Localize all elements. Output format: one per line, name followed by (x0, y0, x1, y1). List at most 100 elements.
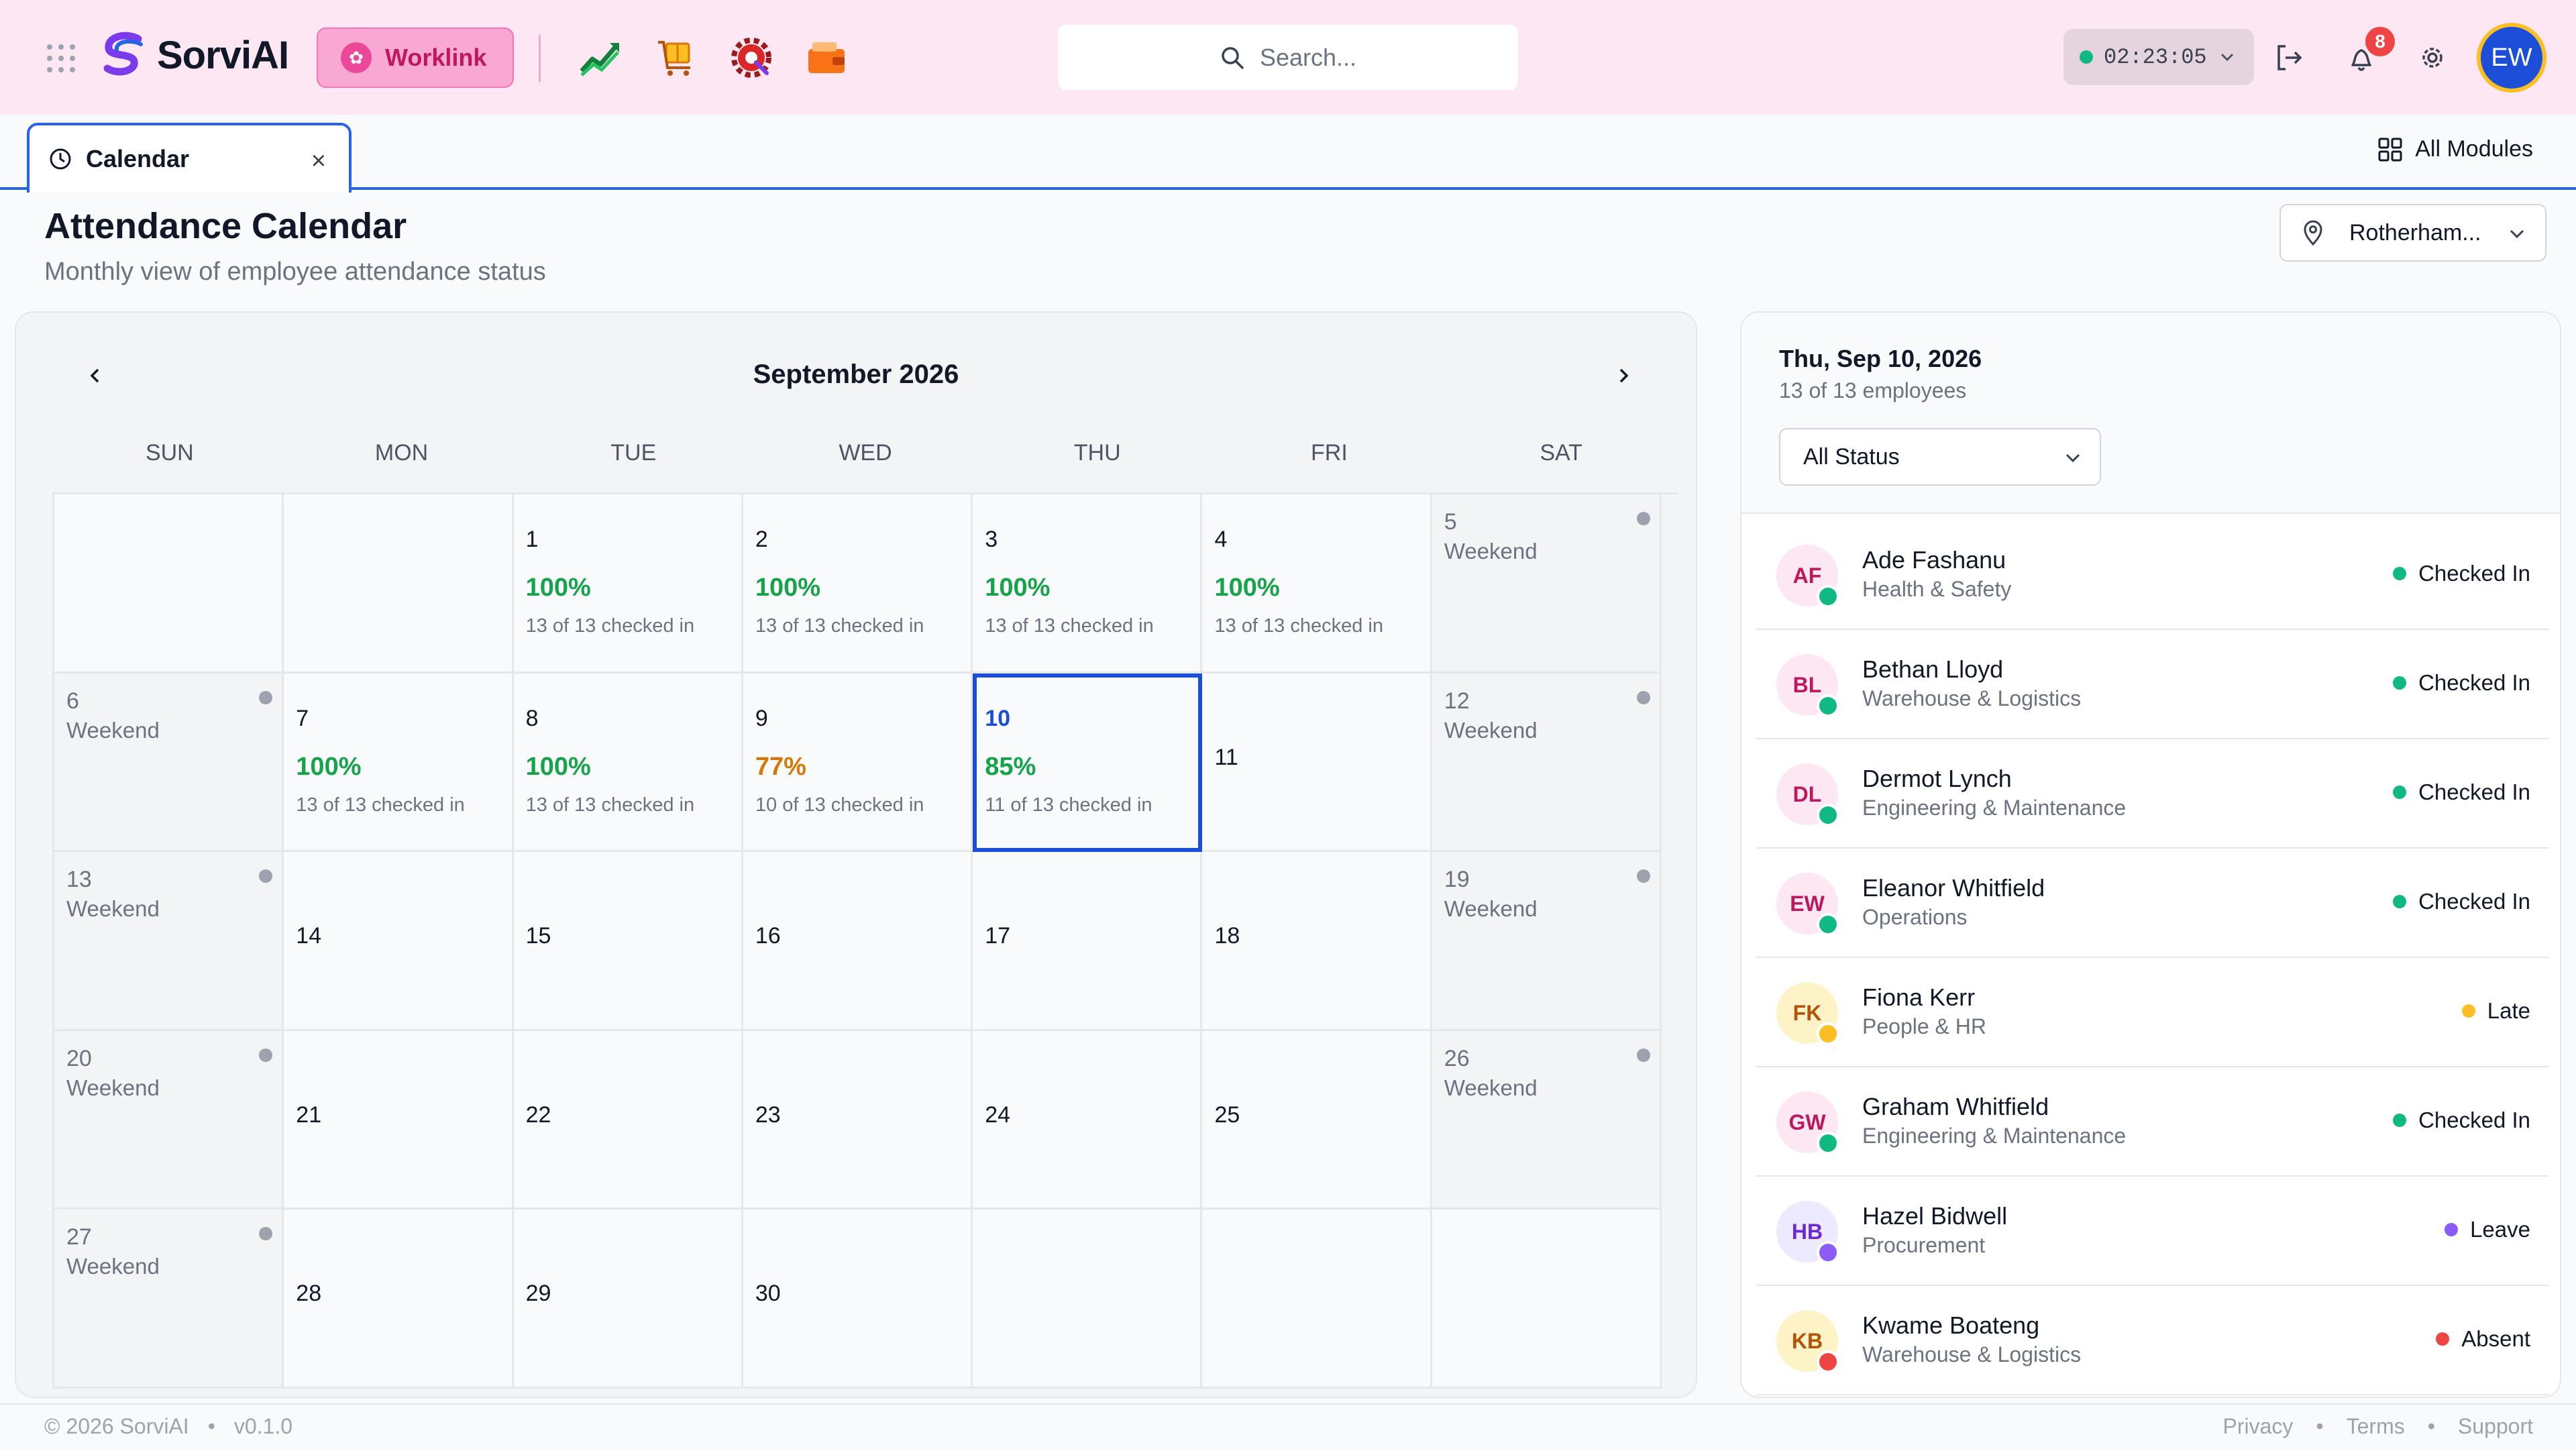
status-indicator-dot (2436, 1332, 2450, 1346)
day-number: 14 (296, 923, 322, 949)
day-number: 30 (755, 1281, 781, 1307)
employee-department: People & HR (1862, 1014, 1986, 1038)
privacy-link[interactable]: Privacy (2223, 1414, 2294, 1439)
day-number: 12 (1444, 688, 1470, 714)
employee-list: AF Ade Fashanu Health & Safety Checked In BL… (1756, 521, 2549, 1395)
calendar-day-cell[interactable]: 20 Weekend (54, 1030, 284, 1210)
calendar-day-cell[interactable]: 26 Weekend (1432, 1030, 1662, 1210)
clock-icon (50, 148, 71, 170)
package-cart-icon[interactable] (655, 36, 698, 79)
gear-wrench-icon[interactable] (730, 36, 773, 79)
calendar-day-cell[interactable]: 30 (743, 1210, 973, 1389)
status-badge: Checked In (2393, 561, 2530, 586)
calendar-day-cell[interactable]: 18 (1202, 852, 1432, 1031)
tab-calendar[interactable]: Calendar × (27, 123, 352, 193)
status-indicator-dot (2393, 1114, 2407, 1127)
checked-in-count: 11 of 13 checked in (985, 794, 1152, 816)
status-label: Absent (2461, 1326, 2530, 1351)
next-month-button[interactable] (1607, 360, 1640, 392)
logout-icon[interactable] (2270, 39, 2308, 76)
calendar-day-cell[interactable]: 6 Weekend (54, 673, 284, 853)
weekday-header-row: SUN MON TUE WED THU FRI SAT (54, 440, 1677, 466)
employee-name: Ade Fashanu (1862, 546, 2006, 574)
calendar-day-cell[interactable]: 15 (513, 852, 743, 1031)
calendar-day-cell[interactable]: 4 100% 13 of 13 checked in (1202, 494, 1432, 674)
status-indicator-dot (2393, 786, 2407, 799)
employee-row[interactable]: FK Fiona Kerr People & HR Late (1756, 958, 2549, 1067)
calendar-day-cell[interactable]: 2 100% 13 of 13 checked in (743, 494, 973, 674)
status-badge: Checked In (2393, 670, 2530, 696)
calendar-day-cell[interactable]: 25 (1202, 1030, 1432, 1210)
session-timer[interactable]: 02:23:05 (2063, 29, 2254, 85)
calendar-day-cell[interactable]: 23 (743, 1030, 973, 1210)
page-title: Attendance Calendar (44, 206, 407, 246)
calendar-day-cell[interactable]: 29 (513, 1210, 743, 1389)
employee-department: Warehouse & Logistics (1862, 1342, 2082, 1366)
employee-row[interactable]: AF Ade Fashanu Health & Safety Checked In (1756, 521, 2549, 630)
employee-row[interactable]: GW Graham Whitfield Engineering & Maintena… (1756, 1067, 2549, 1177)
location-select[interactable]: Rotherham... (2279, 204, 2546, 262)
wallet-icon[interactable] (805, 36, 848, 79)
calendar-day-cell[interactable]: 24 (973, 1030, 1203, 1210)
calendar-day-cell[interactable]: 22 (513, 1030, 743, 1210)
search-input[interactable]: Search... (1058, 25, 1518, 90)
weekend-label: Weekend (1444, 1075, 1538, 1100)
day-detail-header: Thu, Sep 10, 2026 13 of 13 employees All… (1741, 313, 2560, 514)
calendar-day-cell[interactable]: 28 (284, 1210, 514, 1389)
employee-row[interactable]: HB Hazel Bidwell Procurement Leave (1756, 1177, 2549, 1286)
close-icon[interactable]: × (311, 147, 326, 176)
day-number: 21 (296, 1102, 322, 1128)
employee-count: 13 of 13 employees (1779, 378, 1967, 402)
timer-value: 02:23:05 (2104, 44, 2207, 70)
calendar-day-cell[interactable]: 13 Weekend (54, 852, 284, 1031)
chevron-down-icon (2220, 53, 2233, 62)
selected-date: Thu, Sep 10, 2026 (1779, 345, 1982, 372)
employee-row[interactable]: EW Eleanor Whitfield Operations Checked In (1756, 849, 2549, 958)
day-number: 18 (1214, 923, 1240, 949)
settings-gear-icon[interactable] (2414, 39, 2451, 76)
calendar-day-cell[interactable]: 5 Weekend (1432, 494, 1662, 674)
chart-trend-icon[interactable] (578, 36, 621, 79)
employee-department: Warehouse & Logistics (1862, 686, 2082, 710)
employee-row[interactable]: BL Bethan Lloyd Warehouse & Logistics Check… (1756, 630, 2549, 739)
attendance-percent: 85% (985, 752, 1036, 781)
weekend-indicator-dot (1637, 869, 1651, 883)
weekend-label: Weekend (66, 1075, 160, 1100)
calendar-day-cell[interactable]: 17 (973, 852, 1203, 1031)
calendar-day-cell[interactable]: 10 85% 11 of 13 checked in (973, 673, 1203, 853)
employee-department: Engineering & Maintenance (1862, 1124, 2127, 1148)
user-avatar[interactable]: EW (2477, 23, 2546, 93)
day-number: 13 (66, 867, 92, 893)
worklink-icon: ✿ (341, 42, 372, 73)
terms-link[interactable]: Terms (2347, 1414, 2405, 1439)
calendar-day-cell[interactable]: 19 Weekend (1432, 852, 1662, 1031)
calendar-day-cell[interactable]: 27 Weekend (54, 1210, 284, 1389)
tab-label: Calendar (86, 145, 190, 172)
calendar-day-cell[interactable]: 8 100% 13 of 13 checked in (513, 673, 743, 853)
employee-department: Engineering & Maintenance (1862, 796, 2127, 820)
day-number: 2 (755, 527, 768, 552)
calendar-day-cell[interactable]: 12 Weekend (1432, 673, 1662, 853)
support-link[interactable]: Support (2458, 1414, 2533, 1439)
day-number: 15 (525, 923, 551, 949)
app-grid-icon[interactable] (44, 42, 76, 74)
attendance-percent: 100% (755, 574, 821, 602)
calendar-day-cell[interactable]: 7 100% 13 of 13 checked in (284, 673, 514, 853)
worklink-module-button[interactable]: ✿ Worklink (317, 28, 514, 88)
calendar-day-cell[interactable]: 9 77% 10 of 13 checked in (743, 673, 973, 853)
calendar-day-cell[interactable]: 1 100% 13 of 13 checked in (513, 494, 743, 674)
calendar-day-cell[interactable]: 16 (743, 852, 973, 1031)
calendar-day-cell[interactable]: 14 (284, 852, 514, 1031)
calendar-day-cell[interactable]: 11 (1202, 673, 1432, 853)
employee-department: Health & Safety (1862, 577, 2012, 601)
calendar-day-cell[interactable]: 21 (284, 1030, 514, 1210)
status-filter-value: All Status (1803, 443, 1900, 470)
employee-department: Operations (1862, 905, 1968, 929)
all-modules-button[interactable]: All Modules (2377, 136, 2533, 162)
employee-row[interactable]: KB Kwame Boateng Warehouse & Logistics Abse… (1756, 1286, 2549, 1395)
calendar-day-cell[interactable]: 3 100% 13 of 13 checked in (973, 494, 1203, 674)
status-label: Checked In (2418, 561, 2530, 586)
brand-logo[interactable]: SorviAI (99, 30, 289, 80)
employee-row[interactable]: DL Dermot Lynch Engineering & Maintenance C… (1756, 739, 2549, 849)
status-filter-select[interactable]: All Status (1779, 428, 2101, 486)
